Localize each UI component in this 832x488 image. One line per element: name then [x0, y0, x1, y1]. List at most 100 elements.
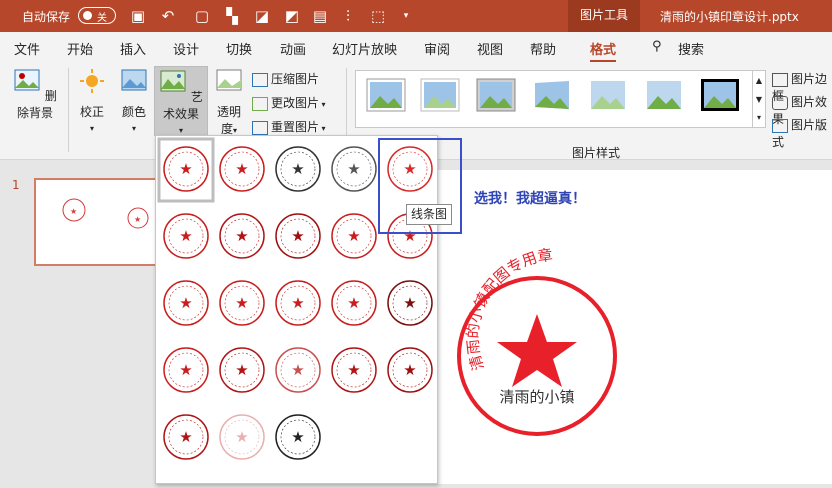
- star-icon: ★: [347, 361, 360, 379]
- artistic-effect-option[interactable]: ★: [275, 414, 321, 460]
- star-icon: ★: [291, 361, 304, 379]
- artistic-effect-option[interactable]: ★: [219, 213, 265, 259]
- star-icon: ★: [291, 227, 304, 245]
- bring-forward-icon[interactable]: ◪: [252, 6, 272, 26]
- change-picture-icon: [252, 96, 268, 111]
- tab-transitions[interactable]: 切换: [226, 39, 252, 58]
- artistic-effect-option[interactable]: ★: [157, 137, 215, 203]
- tab-design[interactable]: 设计: [173, 39, 199, 58]
- autosave-toggle[interactable]: 关: [78, 7, 116, 24]
- stamp-star-icon: [497, 314, 577, 387]
- border-icon: [772, 72, 788, 87]
- remove-background-button[interactable]: 删除背景: [8, 68, 62, 121]
- artistic-effect-option[interactable]: ★: [163, 414, 209, 460]
- align-icon[interactable]: ⫶: [338, 6, 358, 26]
- group-icon[interactable]: ▚: [222, 6, 242, 26]
- artistic-effect-option[interactable]: ★: [219, 146, 265, 192]
- picture-layout-button[interactable]: 图片版式: [772, 116, 832, 150]
- artistic-effects-icon: [160, 70, 186, 92]
- artistic-effect-option[interactable]: ★: [163, 347, 209, 393]
- arrange-icon[interactable]: ▤: [310, 6, 330, 26]
- picture-styles-group-label: 图片样式: [572, 146, 621, 160]
- star-icon: ★: [235, 294, 248, 312]
- star-icon: ★: [291, 428, 304, 446]
- effects-icon: [772, 95, 788, 110]
- remove-background-icon: [14, 69, 40, 91]
- artistic-effect-option[interactable]: ★: [219, 414, 265, 460]
- slide-thumbnail[interactable]: ★ ★: [34, 178, 164, 266]
- save-icon[interactable]: ▣: [128, 6, 148, 26]
- tab-animations[interactable]: 动画: [280, 39, 306, 58]
- send-backward-icon[interactable]: ◩: [282, 6, 302, 26]
- reset-picture-label: 重置图片: [271, 120, 320, 134]
- star-icon: ★: [291, 294, 304, 312]
- picture-styles-gallery: [355, 70, 753, 128]
- color-button[interactable]: 颜色 ▾: [116, 68, 152, 134]
- tab-home[interactable]: 开始: [67, 39, 93, 58]
- compress-pictures-button[interactable]: 压缩图片: [252, 70, 319, 87]
- artistic-effect-option[interactable]: ★: [387, 347, 433, 393]
- artistic-effect-option[interactable]: ★: [275, 213, 321, 259]
- artistic-effect-option[interactable]: ★: [387, 280, 433, 326]
- toggle-knob: [83, 11, 92, 20]
- artistic-effect-option[interactable]: ★: [275, 146, 321, 192]
- artistic-effect-option[interactable]: ★: [331, 213, 377, 259]
- star-icon: ★: [235, 428, 248, 446]
- tab-insert[interactable]: 插入: [120, 39, 146, 58]
- artistic-effect-option[interactable]: ★: [163, 213, 209, 259]
- autosave-label: 自动保存: [22, 10, 71, 24]
- gallery-down-icon[interactable]: ▼: [753, 90, 765, 109]
- reset-picture-button[interactable]: 重置图片 ▾: [252, 118, 326, 135]
- picture-style-6[interactable]: [644, 78, 684, 112]
- gallery-more-icon[interactable]: ▾: [753, 109, 765, 127]
- tab-view[interactable]: 视图: [477, 39, 503, 58]
- artistic-effect-option[interactable]: ★: [219, 280, 265, 326]
- tab-slideshow[interactable]: 幻灯片放映: [332, 39, 397, 58]
- change-picture-button[interactable]: 更改图片 ▾: [252, 94, 326, 111]
- svg-text:★: ★: [134, 215, 141, 224]
- customize-quick-access-icon[interactable]: ▾: [396, 6, 416, 26]
- artistic-effect-option[interactable]: ★: [331, 347, 377, 393]
- tab-review[interactable]: 审阅: [424, 39, 450, 58]
- picture-style-2[interactable]: [420, 78, 460, 112]
- document-title: 清雨的小镇印章设计.pptx: [660, 10, 799, 24]
- select-icon[interactable]: ⬚: [368, 6, 388, 26]
- picture-style-1[interactable]: [366, 78, 406, 112]
- artistic-effect-option[interactable]: ★: [275, 280, 321, 326]
- search-icon[interactable]: ⚲: [652, 39, 662, 54]
- transparency-icon: [216, 69, 242, 91]
- picture-style-3[interactable]: [476, 78, 516, 112]
- picture-color-icon: [121, 69, 147, 91]
- star-icon: ★: [179, 361, 192, 379]
- star-icon: ★: [347, 227, 360, 245]
- artistic-effect-option[interactable]: ★: [331, 280, 377, 326]
- artistic-effect-option[interactable]: ★: [163, 280, 209, 326]
- large-stamp: 清雨的小镇配图专用章 清雨的小镇: [457, 246, 617, 436]
- search-label[interactable]: 搜索: [678, 39, 704, 58]
- picture-style-4[interactable]: [532, 78, 572, 112]
- star-icon: ★: [403, 294, 416, 312]
- star-icon: ★: [235, 160, 248, 178]
- transparency-button[interactable]: 透明 度▾: [212, 68, 246, 137]
- tab-file[interactable]: 文件: [14, 39, 40, 58]
- star-icon: ★: [403, 361, 416, 379]
- tab-help[interactable]: 帮助: [530, 39, 556, 58]
- tab-format[interactable]: 格式: [590, 39, 617, 63]
- picture-style-5[interactable]: [588, 78, 628, 112]
- picture-tools-tab[interactable]: 图片工具: [568, 0, 640, 32]
- text-box-icon[interactable]: ▢: [192, 6, 212, 26]
- undo-icon[interactable]: ↶: [158, 6, 178, 26]
- thumbnail-stamps: ★ ★: [62, 198, 149, 229]
- artistic-effects-button[interactable]: 艺术效果 ▾: [154, 66, 208, 136]
- corrections-label: 校正: [79, 105, 104, 119]
- artistic-effect-option[interactable]: ★: [275, 347, 321, 393]
- artistic-effect-option[interactable]: ★: [331, 146, 377, 192]
- sun-icon: [80, 69, 104, 93]
- picture-style-7[interactable]: [700, 78, 740, 112]
- gallery-scroll[interactable]: ▲ ▼ ▾: [752, 70, 766, 128]
- corrections-button[interactable]: 校正 ▾: [74, 68, 110, 134]
- star-icon: ★: [347, 160, 360, 178]
- slide-canvas[interactable]: 清雨的小镇配图专用章 清雨的小镇: [436, 170, 832, 484]
- artistic-effect-option[interactable]: ★: [219, 347, 265, 393]
- gallery-up-icon[interactable]: ▲: [753, 71, 765, 90]
